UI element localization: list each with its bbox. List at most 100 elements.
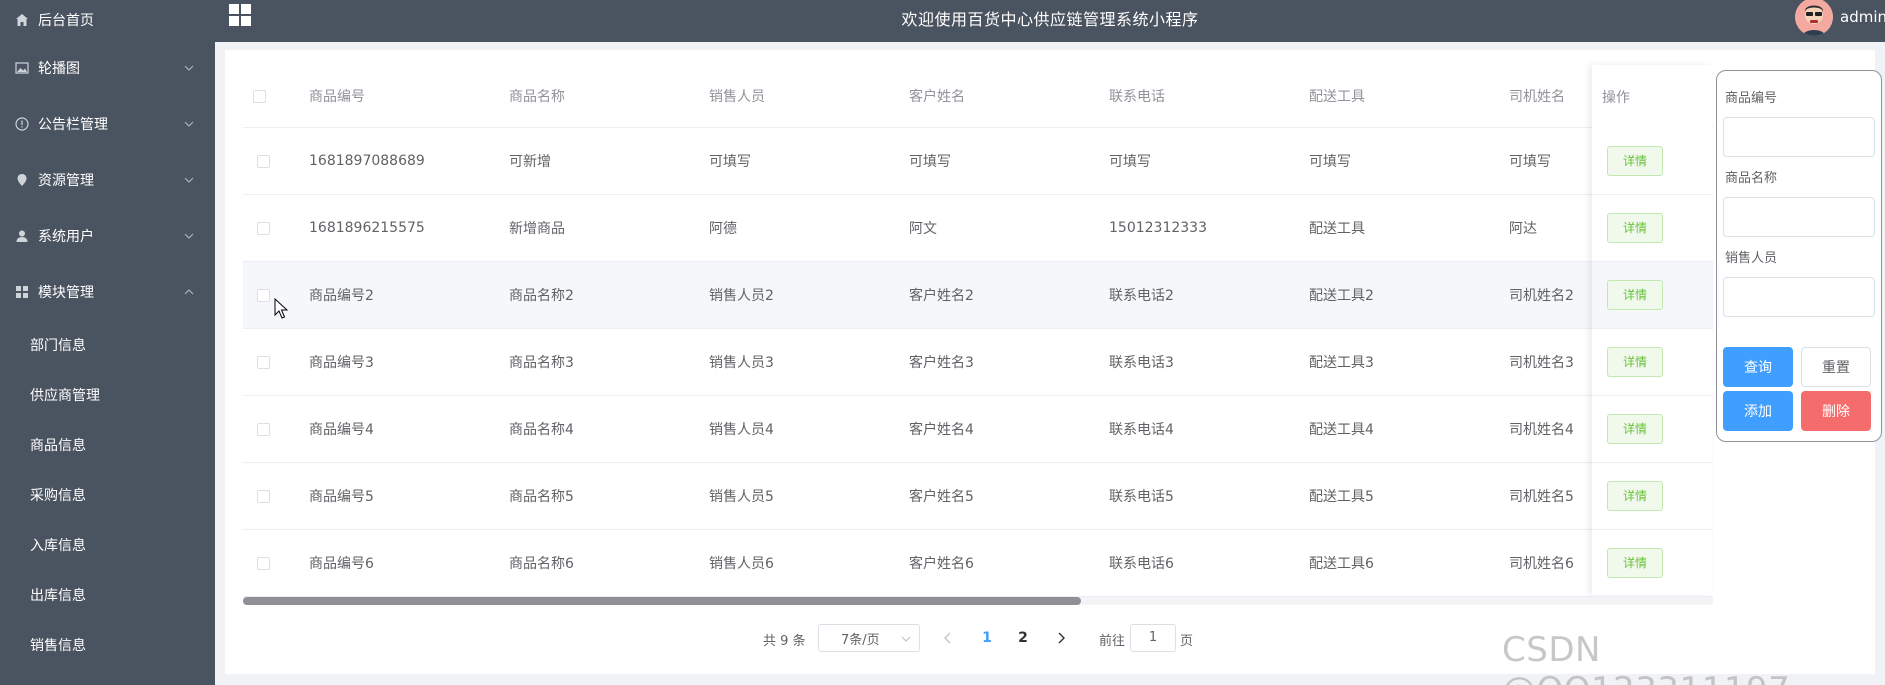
chevron-down-icon <box>183 118 195 130</box>
mouse-cursor-icon <box>274 297 289 320</box>
detail-button[interactable]: 详情 <box>1607 414 1663 444</box>
picture-icon <box>14 60 30 76</box>
submenu-item-sales[interactable]: 销售信息 <box>0 620 215 670</box>
table-cell: 阿达 <box>1509 221 1537 237</box>
horizontal-scrollbar[interactable] <box>243 597 1713 605</box>
detail-button[interactable]: 详情 <box>1607 481 1663 511</box>
table-cell: 司机姓名5 <box>1509 489 1574 505</box>
table-cell: 配送工具3 <box>1309 355 1374 371</box>
detail-button[interactable]: 详情 <box>1607 347 1663 377</box>
row-checkbox[interactable] <box>257 396 270 462</box>
table-cell: 可填写 <box>709 154 751 170</box>
table-cell: 商品名称2 <box>509 288 574 304</box>
location-icon <box>14 172 30 188</box>
select-all-checkbox[interactable] <box>253 65 266 127</box>
table-cell: 客户姓名5 <box>909 489 974 505</box>
search-label-code: 商品编号 <box>1725 91 1778 106</box>
table-cell: 司机姓名3 <box>1509 355 1574 371</box>
top-header: 欢迎使用百货中心供应链管理系统小程序 admin <box>215 0 1885 42</box>
page-size-select[interactable]: 7条/页 <box>818 624 920 652</box>
reset-button[interactable]: 重置 <box>1801 347 1871 387</box>
query-button[interactable]: 查询 <box>1723 347 1793 387</box>
table-cell: 销售人员6 <box>709 556 774 572</box>
table-cell: 联系电话5 <box>1109 489 1174 505</box>
detail-button[interactable]: 详情 <box>1607 146 1663 176</box>
operation-cell: 详情 <box>1592 463 1712 530</box>
column-header: 操作 <box>1602 89 1630 106</box>
table-cell: 司机姓名4 <box>1509 422 1574 438</box>
table-row[interactable]: 商品编号6 商品名称6 销售人员6 客户姓名6 联系电话6 配送工具6 司机姓名6 <box>243 530 1713 597</box>
column-header: 配送工具 <box>1309 89 1365 105</box>
row-checkbox[interactable] <box>257 195 270 261</box>
table-row[interactable]: 商品编号3 商品名称3 销售人员3 客户姓名3 联系电话3 配送工具3 司机姓名3 <box>243 329 1713 396</box>
search-input-code[interactable] <box>1723 117 1875 157</box>
table-cell: 配送工具 <box>1309 221 1365 237</box>
menu-item-modules[interactable]: 模块管理 <box>0 264 215 320</box>
table-cell: 商品名称5 <box>509 489 574 505</box>
submenu-item-department[interactable]: 部门信息 <box>0 320 215 370</box>
page-1-button[interactable]: 1 <box>973 624 1001 652</box>
page-2-button[interactable]: 2 <box>1009 624 1037 652</box>
row-checkbox[interactable] <box>257 530 270 596</box>
chevron-down-icon <box>183 62 195 74</box>
table-cell: 1681896215575 <box>309 220 425 236</box>
table-cell: 可填写 <box>1509 154 1551 170</box>
table-cell: 联系电话2 <box>1109 288 1174 304</box>
table-row[interactable]: 1681896215575 新增商品 阿德 阿文 15012312333 配送工具 阿达 <box>243 195 1713 262</box>
goto-suffix: 页 <box>1180 633 1194 649</box>
table-cell: 商品编号4 <box>309 422 374 438</box>
search-panel: 商品编号 商品名称 销售人员 查询 重置 添加 删除 <box>1716 70 1882 442</box>
chevron-down-icon <box>901 633 911 643</box>
submenu-item-inbound[interactable]: 入库信息 <box>0 520 215 570</box>
next-page-button[interactable] <box>1047 624 1075 652</box>
grid-icon <box>14 284 30 300</box>
column-header: 联系电话 <box>1109 89 1165 105</box>
detail-button[interactable]: 详情 <box>1607 213 1663 243</box>
column-header: 商品名称 <box>509 89 565 105</box>
username[interactable]: admin <box>1840 8 1885 26</box>
row-checkbox[interactable] <box>257 329 270 395</box>
table-cell: 商品名称4 <box>509 422 574 438</box>
submenu-item-purchase[interactable]: 采购信息 <box>0 470 215 520</box>
submenu-item-outbound[interactable]: 出库信息 <box>0 570 215 620</box>
operation-cell: 详情 <box>1592 530 1712 597</box>
total-count: 共 9 条 <box>763 633 806 649</box>
search-input-name[interactable] <box>1723 197 1875 237</box>
goto-page-input[interactable]: 1 <box>1130 624 1176 652</box>
table-cell: 可填写 <box>1309 154 1351 170</box>
avatar[interactable] <box>1795 0 1833 36</box>
search-input-salesperson[interactable] <box>1723 277 1875 317</box>
add-button[interactable]: 添加 <box>1723 391 1793 431</box>
delete-button[interactable]: 删除 <box>1801 391 1871 431</box>
table-row[interactable]: 商品编号4 商品名称4 销售人员4 客户姓名4 联系电话4 配送工具4 司机姓名4 <box>243 396 1713 463</box>
detail-button[interactable]: 详情 <box>1607 548 1663 578</box>
row-checkbox[interactable] <box>257 463 270 529</box>
row-checkbox[interactable] <box>257 128 270 194</box>
table-cell: 15012312333 <box>1109 220 1207 236</box>
table-cell: 商品编号6 <box>309 556 374 572</box>
row-checkbox[interactable] <box>257 262 270 328</box>
table-row[interactable]: 商品编号5 商品名称5 销售人员5 客户姓名5 联系电话5 配送工具5 司机姓名5 <box>243 463 1713 530</box>
watermark: CSDN @QQ123311197 <box>1502 630 1790 685</box>
operation-cell: 详情 <box>1592 329 1712 396</box>
submenu-item-goods[interactable]: 商品信息 <box>0 420 215 470</box>
table-cell: 新增商品 <box>509 221 565 237</box>
submenu-item-supplier[interactable]: 供应商管理 <box>0 370 215 420</box>
menu-label-resources: 资源管理 <box>38 173 94 189</box>
menu-item-resources[interactable]: 资源管理 <box>0 152 215 208</box>
table-row[interactable]: 1681897088689 可新增 可填写 可填写 可填写 可填写 可填写 <box>243 128 1713 195</box>
table-cell: 商品名称6 <box>509 556 574 572</box>
goto-prefix: 前往 <box>1099 633 1126 649</box>
menu-item-carousel[interactable]: 轮播图 <box>0 40 215 96</box>
menu-item-home[interactable]: 后台首页 <box>0 0 215 40</box>
prev-page-button[interactable] <box>934 624 962 652</box>
detail-button[interactable]: 详情 <box>1607 280 1663 310</box>
menu-item-users[interactable]: 系统用户 <box>0 208 215 264</box>
operation-column: 操作 详情 详情 详情 详情 详情 详情 详情 <box>1592 65 1712 597</box>
menu-item-notice[interactable]: 公告栏管理 <box>0 96 215 152</box>
scrollbar-thumb[interactable] <box>243 597 1081 605</box>
table-cell: 销售人员3 <box>709 355 774 371</box>
table-row[interactable]: 商品编号2 商品名称2 销售人员2 客户姓名2 联系电话2 配送工具2 司机姓名2 <box>243 262 1713 329</box>
table-cell: 客户姓名2 <box>909 288 974 304</box>
table-header: 商品编号 商品名称 销售人员 客户姓名 联系电话 配送工具 司机姓名 <box>243 65 1713 128</box>
